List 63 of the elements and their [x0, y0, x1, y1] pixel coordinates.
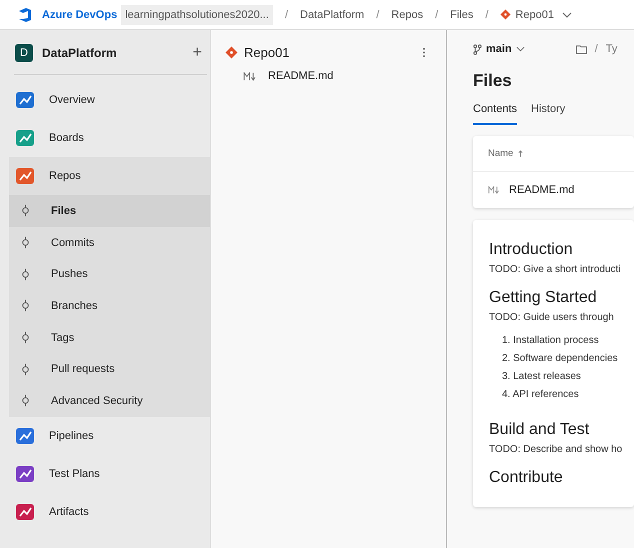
markdown-icon: [243, 72, 258, 80]
readme-list-item: 4. API references: [502, 389, 580, 402]
brand-name[interactable]: Azure DevOps: [42, 8, 118, 20]
more-options-icon[interactable]: [422, 47, 426, 58]
readme-heading: Build and Test: [489, 421, 590, 439]
breadcrumb-link[interactable]: Repos: [391, 8, 424, 20]
nav-subitem[interactable]: Tags: [9, 322, 210, 354]
service-icon: [15, 426, 35, 446]
nav-subitem[interactable]: Commits: [9, 226, 210, 258]
service-icon: [15, 502, 35, 522]
breadcrumb-link[interactable]: DataPlatform: [300, 8, 364, 20]
chevron-down-icon[interactable]: [516, 46, 525, 52]
breadcrumb-separator: /: [485, 8, 488, 20]
project-avatar: D: [15, 44, 33, 62]
nav-subitem[interactable]: Pull requests: [9, 353, 210, 386]
readme-paragraph: TODO: Guide users through: [489, 312, 615, 323]
nav-item[interactable]: Repos: [9, 157, 210, 195]
readme-list-item: 2. Software dependencies: [502, 353, 618, 366]
breadcrumb-link[interactable]: Repo01: [515, 8, 554, 20]
branch-selector[interactable]: main: [486, 43, 512, 55]
nav-subitem[interactable]: Files: [9, 195, 210, 227]
repo-name[interactable]: Repo01: [244, 45, 416, 60]
organization-name[interactable]: learningpathsolutiones2020...: [121, 4, 273, 24]
readme-list-item: 3. Latest releases: [502, 371, 582, 384]
branch-icon[interactable]: [473, 44, 482, 54]
page-title: Files: [473, 71, 513, 91]
repo-icon: [500, 9, 512, 20]
chevron-down-icon[interactable]: [562, 12, 572, 18]
sort-ascending-icon[interactable]: [518, 150, 524, 157]
repo-icon: [225, 46, 238, 59]
nav-item[interactable]: Artifacts: [9, 492, 210, 531]
nav-item[interactable]: Overview: [9, 81, 210, 119]
readme-list-item: 1. Installation process: [502, 335, 600, 348]
project-name[interactable]: DataPlatform: [42, 46, 184, 60]
nav-subitem[interactable]: Branches: [9, 290, 210, 322]
tab[interactable]: History: [531, 103, 566, 125]
readme-heading: Contribute: [489, 469, 564, 487]
service-icon: [15, 90, 35, 110]
readme-paragraph: TODO: Give a short introducti: [489, 264, 618, 275]
folder-icon[interactable]: [576, 44, 587, 54]
azure-devops-logo-icon[interactable]: [17, 6, 33, 22]
readme-heading: Introduction: [489, 241, 574, 259]
nav-item[interactable]: Boards: [9, 119, 210, 157]
service-icon: [15, 128, 35, 148]
breadcrumb-separator: /: [284, 8, 288, 20]
breadcrumb-separator: /: [376, 8, 380, 20]
nav-item[interactable]: Test Plans: [9, 454, 210, 493]
nav-item[interactable]: Pipelines: [9, 416, 210, 455]
breadcrumb-separator: /: [435, 8, 438, 20]
file-tree-item[interactable]: README.md: [225, 66, 432, 86]
tab[interactable]: Contents: [473, 103, 518, 125]
breadcrumb-link[interactable]: Files: [450, 8, 474, 20]
markdown-icon: [488, 186, 501, 194]
readme-heading: Getting Started: [489, 289, 598, 307]
service-icon: [15, 464, 35, 484]
file-name-cell[interactable]: README.md: [509, 184, 574, 196]
nav-subitem[interactable]: Pushes: [9, 258, 210, 290]
add-button[interactable]: +: [192, 44, 202, 62]
service-icon: [15, 166, 35, 186]
column-header[interactable]: Name: [488, 148, 514, 159]
nav-subitem[interactable]: Advanced Security: [9, 385, 210, 417]
path-separator: /: [594, 43, 598, 55]
path-field[interactable]: Ty: [606, 43, 618, 55]
